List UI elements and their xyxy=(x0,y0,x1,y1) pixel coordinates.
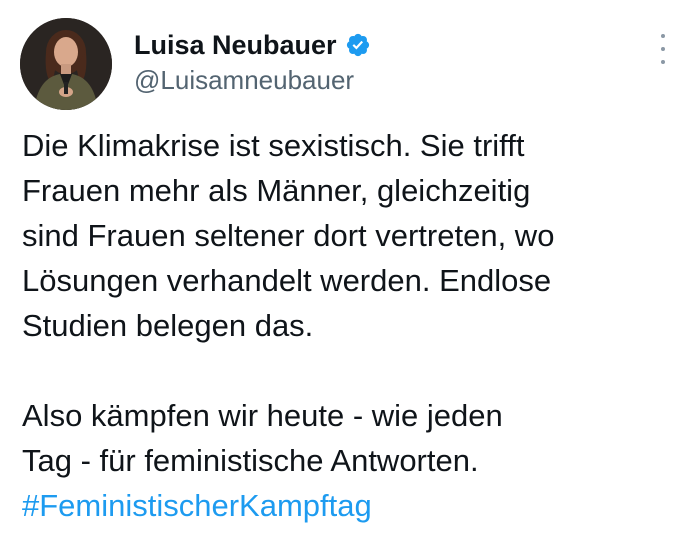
avatar-photo xyxy=(20,18,112,110)
tweet-line: sind Frauen seltener dort vertreten, wo xyxy=(22,218,555,253)
author-display-name[interactable]: Luisa Neubauer xyxy=(134,28,337,62)
tweet-line: Studien belegen das. xyxy=(22,308,314,343)
avatar[interactable] xyxy=(20,18,112,110)
tweet-line: Also kämpfen wir heute - wie jeden xyxy=(22,398,503,433)
more-dot xyxy=(661,34,665,38)
author-handle[interactable]: @Luisamneubauer xyxy=(134,64,371,96)
verified-badge-icon xyxy=(345,32,371,58)
tweet-line: Lösungen verhandelt werden. Endlose xyxy=(22,263,552,298)
more-dot xyxy=(661,47,665,51)
tweet-line: Tag - für feministische Antworten. xyxy=(22,443,479,478)
tweet-card: Luisa Neubauer @Luisamneubauer Die Klima… xyxy=(0,0,696,540)
name-row: Luisa Neubauer xyxy=(134,28,371,62)
tweet-header: Luisa Neubauer @Luisamneubauer xyxy=(134,28,371,96)
more-options-icon[interactable] xyxy=(656,34,670,64)
hashtag-link[interactable]: #FeministischerKampftag xyxy=(22,488,372,523)
more-dot xyxy=(661,60,665,64)
tweet-line: Frauen mehr als Männer, gleichzeitig xyxy=(22,173,531,208)
tweet-text: Die Klimakrise ist sexistisch. Sie triff… xyxy=(22,123,682,528)
tweet-line: Die Klimakrise ist sexistisch. Sie triff… xyxy=(22,128,525,163)
